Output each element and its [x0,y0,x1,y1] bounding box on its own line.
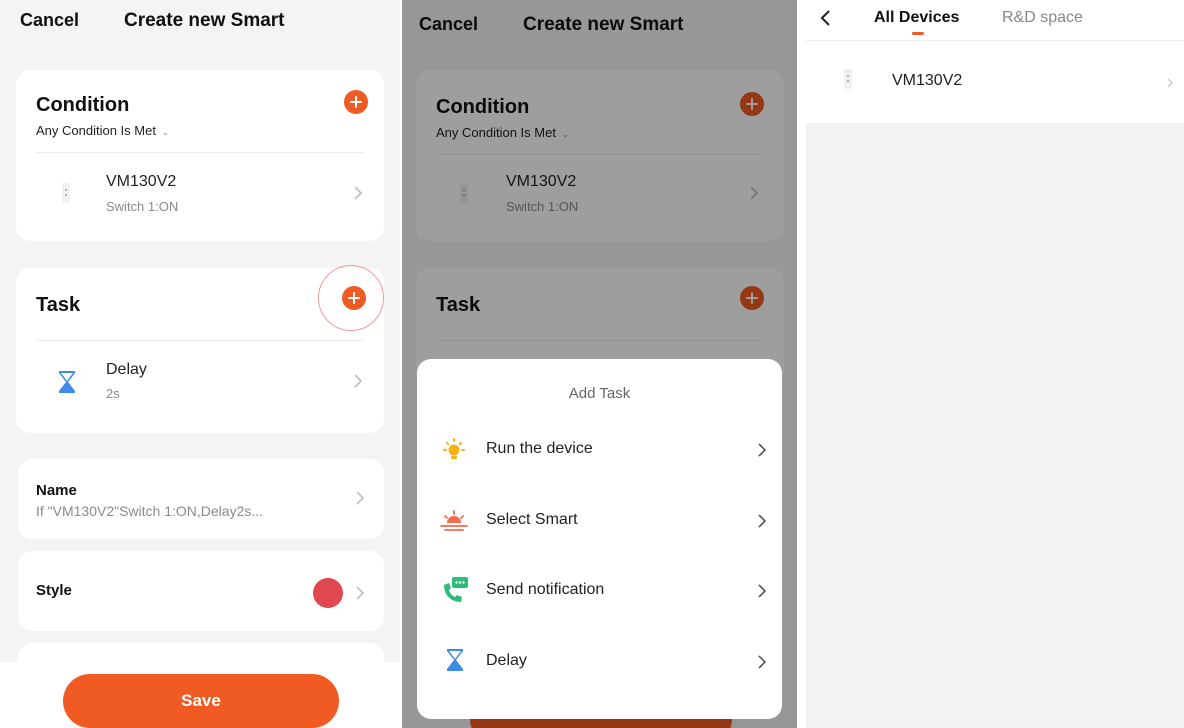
name-value: If "VM130V2"Switch 1:ON,Delay2s... [36,503,264,519]
chevron-down-icon: ⌄ [161,127,170,137]
device-name: VM130V2 [892,72,963,89]
task-item-detail: 2s [106,386,120,401]
device-select-screen: All Devices R&D space VM130V2 [806,0,1184,728]
active-tab-indicator [912,32,924,35]
cancel-button[interactable]: Cancel [20,10,79,31]
task-option-label: Delay [486,652,527,669]
task-option-label: Run the device [486,440,593,457]
add-task-button[interactable] [342,286,366,310]
add-task-sheet: Add Task Run the device Select Smart Sen… [417,359,782,719]
tab-all-devices[interactable]: All Devices [874,9,959,27]
save-button[interactable]: Save [63,674,339,728]
bulb-icon [443,438,465,459]
switch-device-icon [844,69,852,89]
chevron-right-icon [354,374,363,388]
condition-mode-label: Any Condition Is Met [36,123,156,138]
condition-mode-dropdown[interactable]: Any Condition Is Met ⌄ [36,123,169,138]
page-title: Create new Smart [124,10,285,31]
condition-item[interactable]: VM130V2 Switch 1:ON [16,153,384,241]
phone-message-icon [444,577,468,602]
chevron-right-icon [758,514,767,528]
chevron-right-icon [1167,78,1173,88]
task-title: Task [36,294,81,316]
tab-bar: All Devices R&D space [806,0,1184,41]
add-condition-button[interactable] [344,90,368,114]
task-option-label: Select Smart [486,511,578,528]
hourglass-icon [59,371,75,393]
task-item[interactable]: Delay 2s [16,341,384,431]
chevron-right-icon [758,655,767,669]
condition-item-detail: Switch 1:ON [106,199,179,214]
condition-card: Condition Any Condition Is Met ⌄ VM130V2… [16,70,384,241]
sheet-title: Add Task [568,385,631,402]
task-option-select-smart[interactable]: Select Smart [417,490,782,550]
style-field[interactable]: Style [18,551,384,631]
style-label: Style [36,582,72,599]
device-list-item[interactable]: VM130V2 [806,41,1184,123]
task-card: Task Delay 2s [16,265,384,433]
task-option-delay[interactable]: Delay [417,631,782,691]
back-arrow-icon[interactable] [816,6,836,30]
chevron-right-icon [758,584,767,598]
switch-device-icon [62,183,70,203]
hourglass-icon [447,649,463,671]
name-field[interactable]: Name If "VM130V2"Switch 1:ON,Delay2s... [18,459,384,539]
create-smart-screen: Cancel Create new Smart Condition Any Co… [0,0,400,728]
task-option-label: Send notification [486,581,605,598]
chevron-right-icon [758,443,767,457]
task-item-name: Delay [106,361,147,378]
panel-divider [797,0,806,728]
chevron-right-icon [356,491,365,505]
chevron-right-icon [354,186,363,200]
condition-title: Condition [36,94,130,116]
style-color-swatch [313,578,343,608]
sunrise-icon [440,510,468,531]
task-option-send-notification[interactable]: Send notification [417,560,782,620]
chevron-right-icon [356,586,365,600]
task-option-run-device[interactable]: Run the device [417,419,782,479]
add-task-screen: Cancel Create new Smart Condition Any Co… [402,0,797,728]
tab-rd-space[interactable]: R&D space [1002,9,1083,27]
condition-item-name: VM130V2 [106,173,177,190]
name-label: Name [36,482,77,499]
